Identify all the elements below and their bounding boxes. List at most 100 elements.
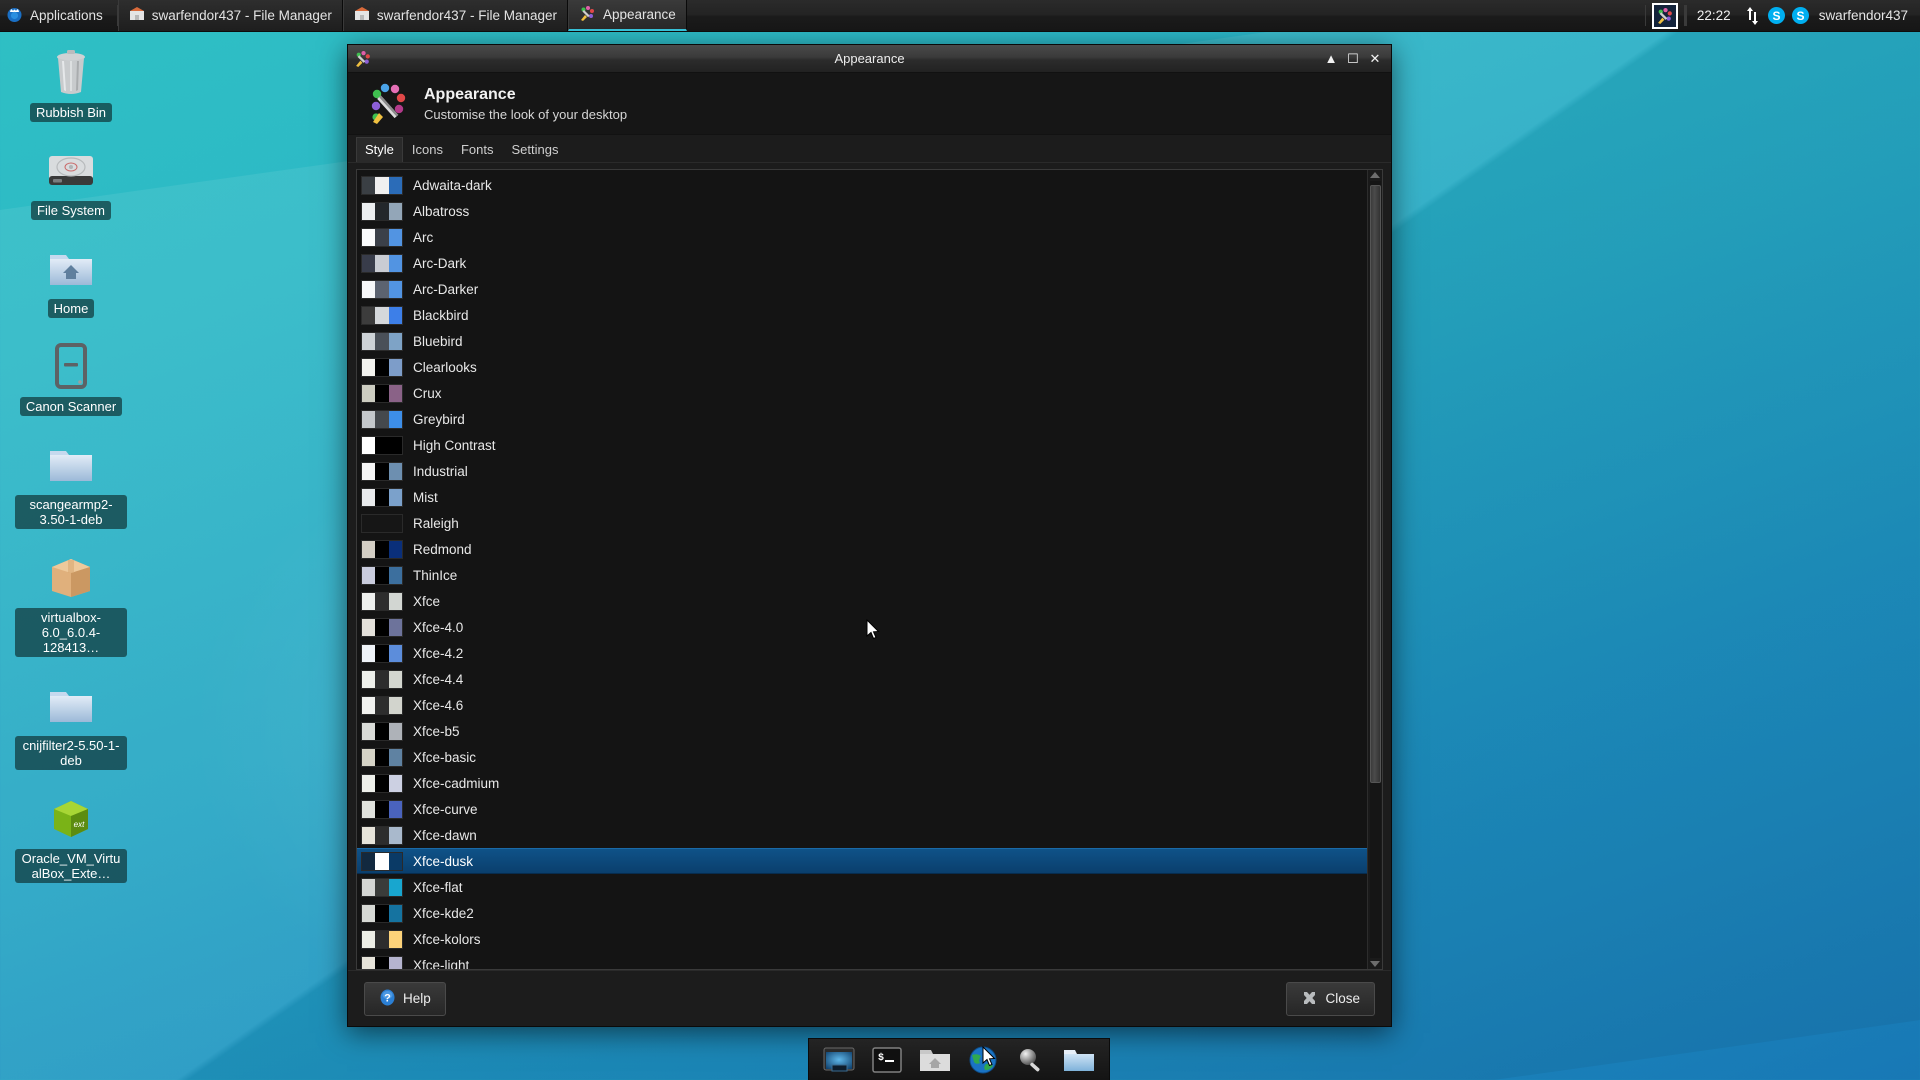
style-list-item[interactable]: ThinIce (357, 562, 1367, 588)
file-manager-icon[interactable] (916, 1043, 954, 1077)
applications-menu-button[interactable]: Applications (0, 0, 117, 31)
desktop-icon-rubbish-bin[interactable]: Rubbish Bin (12, 46, 130, 122)
style-list-item-label: Redmond (413, 541, 472, 557)
scroll-down-arrow-icon[interactable] (1370, 961, 1380, 967)
desktop-icon-scangearmp2[interactable]: scangearmp2-3.50-1-deb (12, 438, 130, 529)
username-label[interactable]: swarfendor437 (1813, 0, 1920, 31)
tab-style[interactable]: Style (356, 137, 403, 162)
window-title-bar[interactable]: Appearance ▲ ☐ ✕ (348, 45, 1391, 73)
style-list-item[interactable]: Xfce-curve (357, 796, 1367, 822)
style-list-item[interactable]: Industrial (357, 458, 1367, 484)
dialog-subtitle: Customise the look of your desktop (424, 106, 628, 122)
scrollbar-thumb[interactable] (1369, 184, 1381, 784)
style-list-item-label: Blackbird (413, 307, 469, 323)
desktop-icon-canon-scanner[interactable]: Canon Scanner (12, 340, 130, 416)
style-list-item[interactable]: Xfce-light (357, 952, 1367, 969)
desktop-icon-label: virtualbox-6.0_6.0.4-128413… (15, 608, 127, 657)
desktop-icon-vbox-extension-pack[interactable]: ext Oracle_VM_VirtualBox_Exte… (12, 792, 130, 883)
desktop-icon-file-system[interactable]: File System (12, 144, 130, 220)
style-list-item-label: Xfce-4.6 (413, 697, 464, 713)
style-list-item[interactable]: Raleigh (357, 510, 1367, 536)
show-desktop-icon[interactable] (820, 1043, 858, 1077)
shade-window-button[interactable]: ▲ (1321, 49, 1341, 69)
style-list-item-label: Raleigh (413, 515, 459, 531)
tab-settings[interactable]: Settings (503, 137, 568, 162)
tab-icons[interactable]: Icons (403, 137, 452, 162)
desktop-icon-label: Oracle_VM_VirtualBox_Exte… (15, 849, 127, 883)
close-button[interactable]: Close (1286, 981, 1375, 1016)
style-list-item[interactable]: Blackbird (357, 302, 1367, 328)
network-updown-arrows-icon[interactable] (1743, 6, 1763, 26)
desktop-icon-virtualbox-package[interactable]: virtualbox-6.0_6.0.4-128413… (12, 551, 130, 657)
style-list-item[interactable]: Xfce-b5 (357, 718, 1367, 744)
style-list-item[interactable]: Bluebird (357, 328, 1367, 354)
style-color-swatch (361, 747, 403, 767)
style-list-item[interactable]: Greybird (357, 406, 1367, 432)
style-list-item[interactable]: High Contrast (357, 432, 1367, 458)
style-list[interactable]: Adwaita-dark Albatross Arc Arc-Dark Arc-Dark… (357, 170, 1367, 969)
style-list-item-label: Xfce-curve (413, 801, 478, 817)
desktop-icon-home[interactable]: Home (12, 242, 130, 318)
tray-appearance-icon[interactable] (1651, 2, 1678, 29)
style-list-item[interactable]: Adwaita-dark (357, 172, 1367, 198)
style-list-item[interactable]: Xfce-cadmium (357, 770, 1367, 796)
style-list-item[interactable]: Xfce-4.6 (357, 692, 1367, 718)
style-list-scrollbar[interactable] (1367, 170, 1382, 969)
style-list-item-label: Xfce-flat (413, 879, 463, 895)
style-list-item[interactable]: Xfce-kde2 (357, 900, 1367, 926)
style-list-item[interactable]: Redmond (357, 536, 1367, 562)
maximize-window-button[interactable]: ☐ (1343, 49, 1363, 69)
search-icon[interactable] (1012, 1043, 1050, 1077)
taskbar-item-file-manager-1[interactable]: swarfendor437 - File Manager (117, 0, 343, 31)
desktop-icon-cnijfilter2[interactable]: cnijfilter2-5.50-1-deb (12, 679, 130, 770)
close-button-label: Close (1325, 991, 1360, 1006)
style-list-item-label: Xfce-dawn (413, 827, 477, 843)
style-list-item[interactable]: Xfce (357, 588, 1367, 614)
style-list-item[interactable]: Xfce-4.4 (357, 666, 1367, 692)
style-list-item[interactable]: Mist (357, 484, 1367, 510)
style-color-swatch (361, 435, 403, 455)
style-color-swatch (361, 487, 403, 507)
package-box-icon (45, 551, 97, 603)
style-list-item[interactable]: Xfce-4.0 (357, 614, 1367, 640)
style-list-item[interactable]: Xfce-4.2 (357, 640, 1367, 666)
style-list-item[interactable]: Xfce-basic (357, 744, 1367, 770)
style-color-swatch (361, 279, 403, 299)
style-list-item-label: Xfce-b5 (413, 723, 460, 739)
scanner-device-icon (45, 340, 97, 392)
tab-fonts[interactable]: Fonts (452, 137, 503, 162)
style-list-area: Adwaita-dark Albatross Arc Arc-Dark Arc-Dark… (356, 169, 1383, 970)
folder-icon (45, 438, 97, 490)
applications-menu-label: Applications (30, 8, 103, 23)
style-list-item[interactable]: Crux (357, 380, 1367, 406)
style-list-item[interactable]: Xfce-dawn (357, 822, 1367, 848)
clock[interactable]: 22:22 (1687, 0, 1741, 31)
style-list-item[interactable]: Clearlooks (357, 354, 1367, 380)
dialog-title: Appearance (424, 85, 516, 103)
taskbar-item-file-manager-2[interactable]: swarfendor437 - File Manager (342, 0, 568, 31)
style-list-item[interactable]: Xfce-dusk (357, 848, 1367, 874)
style-list-item[interactable]: Arc-Darker (357, 276, 1367, 302)
style-list-item[interactable]: Albatross (357, 198, 1367, 224)
skype-icon[interactable]: S (1767, 6, 1787, 26)
style-list-item[interactable]: Xfce-kolors (357, 926, 1367, 952)
taskbar-item-appearance[interactable]: Appearance (567, 0, 687, 31)
taskbar-item-label: swarfendor437 - File Manager (151, 8, 332, 23)
style-list-item[interactable]: Arc-Dark (357, 250, 1367, 276)
terminal-icon[interactable]: $ (868, 1043, 906, 1077)
style-list-item[interactable]: Arc (357, 224, 1367, 250)
window-title: Appearance (834, 51, 905, 66)
scrollbar-track[interactable] (1369, 181, 1381, 958)
skype-icon[interactable]: S (1791, 6, 1811, 26)
web-browser-icon[interactable] (964, 1043, 1002, 1077)
help-button[interactable]: ? Help (364, 981, 446, 1016)
style-color-swatch (361, 825, 403, 845)
appearance-window: Appearance ▲ ☐ ✕ Appearance Customise th… (347, 44, 1392, 1027)
style-list-item-label: Xfce-4.0 (413, 619, 464, 635)
style-color-swatch (361, 175, 403, 195)
folder-icon[interactable] (1060, 1043, 1098, 1077)
scroll-up-arrow-icon[interactable] (1370, 172, 1380, 178)
style-list-item[interactable]: Xfce-flat (357, 874, 1367, 900)
close-window-button[interactable]: ✕ (1365, 49, 1385, 69)
style-list-item-label: Arc (413, 229, 434, 245)
